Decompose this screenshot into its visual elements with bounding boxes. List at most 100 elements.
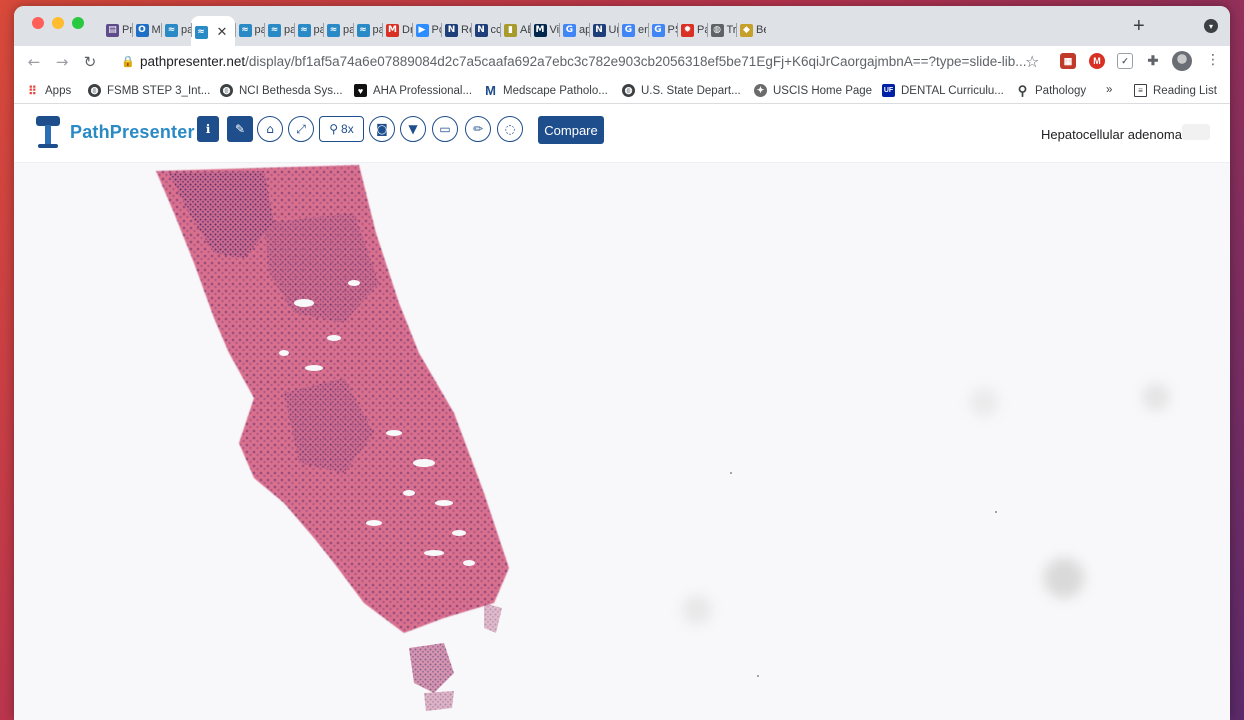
debris-speck <box>995 511 997 513</box>
browser-tab[interactable]: MDr <box>382 16 412 44</box>
artifact-blur <box>1044 558 1084 598</box>
reading-list-button[interactable]: ≡ Reading List <box>1134 84 1217 97</box>
browser-window: ▤PrOM:≈pa≈✕≈pa≈pa≈pa≈pa≈paMDr▶PcNReNcc▮A… <box>14 6 1230 720</box>
bookmark-label: Apps <box>45 84 72 97</box>
present-button[interactable]: ▭ <box>432 116 458 142</box>
reload-icon[interactable]: ↻ <box>76 53 104 71</box>
reading-list-label: Reading List <box>1153 84 1217 97</box>
bookmark-label: DENTAL Curriculu... <box>901 84 1004 97</box>
annotation-button[interactable]: ✎ <box>227 116 253 142</box>
globe-icon: ◍ <box>622 84 635 97</box>
lock-icon[interactable]: 🔒 <box>121 55 135 68</box>
tab-label: M: <box>151 24 162 36</box>
browser-tab[interactable]: ≈ pa <box>234 16 265 44</box>
browser-tab[interactable]: ▶Pc <box>411 16 441 44</box>
bookmark-state-dept[interactable]: ◍ U.S. State Depart... <box>622 84 741 97</box>
globe-icon: ◍ <box>220 84 233 97</box>
close-tab-icon[interactable]: ✕ <box>217 24 228 40</box>
browser-tab[interactable]: ≈ pa <box>161 16 191 44</box>
zoom-icon: ⚲ <box>329 122 339 136</box>
tab-label: Pr <box>122 24 132 36</box>
expand-icon: ⤢ <box>296 121 306 136</box>
bookmark-aha[interactable]: ♥ AHA Professional... <box>354 84 472 97</box>
close-window-button[interactable] <box>32 17 44 29</box>
pathpresenter-icon: ≈ <box>165 23 178 37</box>
address-bar[interactable]: pathpresenter.net/display/bf1af5a74a6e07… <box>140 54 1026 69</box>
browser-tab[interactable]: ✹Pa <box>677 16 707 44</box>
shield-icon[interactable]: ✓ <box>1117 53 1133 69</box>
bookmark-uscis[interactable]: ✦ USCIS Home Page <box>754 84 872 97</box>
tab-label: ap <box>579 24 589 36</box>
home-button[interactable]: ⌂ <box>257 116 283 142</box>
tab-label: en <box>638 24 648 36</box>
info-icon: ℹ <box>205 122 211 136</box>
extensions-puzzle-icon[interactable]: ✚ <box>1145 53 1161 69</box>
journal-icon: N <box>592 23 606 37</box>
bookmark-fsmb[interactable]: ◍ FSMB STEP 3_Int... <box>88 84 210 97</box>
browser-tab[interactable]: Gap <box>559 16 589 44</box>
tab-label: Vi <box>549 24 560 36</box>
home-icon: ⌂ <box>266 122 274 136</box>
browser-tab[interactable]: ◆Be <box>736 16 766 44</box>
browser-tab[interactable]: ≈ ✕ <box>190 16 235 48</box>
screenshot-button[interactable]: ◙ <box>369 116 395 142</box>
tab-label: PS <box>667 24 678 36</box>
artifact-blur <box>1142 383 1170 411</box>
browser-tab[interactable]: GPS <box>647 16 678 44</box>
browser-tab[interactable]: NUr <box>588 16 618 44</box>
menu-kebab-icon[interactable]: ⋮ <box>1206 52 1220 68</box>
browser-tab[interactable]: ◍ Tr <box>706 16 736 44</box>
compare-button[interactable]: Compare <box>538 116 604 144</box>
more-bookmarks-button[interactable]: » <box>1106 84 1112 96</box>
browser-tab[interactable]: ≈ pa <box>352 16 383 44</box>
browser-tab[interactable]: OM: <box>131 16 162 44</box>
bookmark-label: U.S. State Depart... <box>641 84 741 97</box>
browser-tab[interactable]: ▮AE <box>500 16 530 44</box>
lasso-icon: ◌ <box>504 122 516 136</box>
paperclip-icon: ✎ <box>234 122 246 136</box>
slide-label-thumbnail[interactable] <box>1182 124 1210 140</box>
bookmark-label: AHA Professional... <box>373 84 473 97</box>
browser-tab[interactable]: ▤ Pr <box>102 16 132 44</box>
zoom-level-button[interactable]: ⚲ 8x <box>319 116 364 142</box>
zoom-window-button[interactable] <box>72 17 84 29</box>
browser-toolbar: ← → ↻ 🔒 pathpresenter.net/display/bf1af5… <box>14 46 1230 78</box>
tab-label: pa <box>254 24 265 36</box>
browser-tab[interactable]: ≈ pa <box>323 16 353 44</box>
browser-tab[interactable]: M Vi <box>529 16 560 44</box>
bookmark-apps[interactable]: ⠿ Apps <box>26 84 72 98</box>
browser-tab[interactable]: ≈ pa <box>293 16 323 44</box>
tab-label: pa <box>372 24 383 36</box>
forward-icon[interactable]: → <box>48 53 76 71</box>
filter-button[interactable]: ▼ <box>400 116 426 142</box>
pencil-icon: ✏ <box>472 122 484 136</box>
avatar[interactable] <box>1172 51 1192 71</box>
bookmark-label: Medscape Patholo... <box>503 84 608 97</box>
michigan-icon: M <box>533 23 547 37</box>
extension-grid-icon[interactable]: ▦ <box>1060 53 1076 69</box>
google-icon: G <box>622 23 635 37</box>
pathpresenter-icon: ≈ <box>238 23 252 37</box>
minimize-window-button[interactable] <box>52 17 64 29</box>
draw-button[interactable]: ✏ <box>465 116 491 142</box>
browser-tab[interactable]: ≈ pa <box>264 16 294 44</box>
aha-icon: ♥ <box>354 84 367 97</box>
new-tab-button[interactable]: + <box>1133 16 1145 36</box>
bookmark-medscape[interactable]: M Medscape Patholo... <box>484 83 608 98</box>
tab-search-icon[interactable]: ▾ <box>1204 19 1218 33</box>
bookmark-star-icon[interactable]: ☆ <box>1025 52 1039 71</box>
back-icon[interactable]: ← <box>20 53 48 71</box>
browser-tab[interactable]: NRe <box>441 16 471 44</box>
browser-tab[interactable]: Gen <box>618 16 648 44</box>
bookmark-dental[interactable]: UF DENTAL Curriculu... <box>882 84 1004 97</box>
bookmark-nci[interactable]: ◍ NCI Bethesda Sys... <box>220 84 343 97</box>
bookmark-pathology[interactable]: ⚲ Pathology <box>1016 83 1086 98</box>
browser-tab[interactable]: Ncc <box>470 16 500 44</box>
app-logo[interactable]: PathPresenter <box>32 114 195 150</box>
fullscreen-button[interactable]: ⤢ <box>288 116 314 142</box>
info-button[interactable]: ℹ <box>197 116 219 142</box>
extension-m-icon[interactable]: M <box>1089 53 1105 69</box>
slide-viewer-canvas[interactable] <box>14 163 1230 720</box>
bookmark-label: USCIS Home Page <box>773 84 873 97</box>
freehand-button[interactable]: ◌ <box>497 116 523 142</box>
